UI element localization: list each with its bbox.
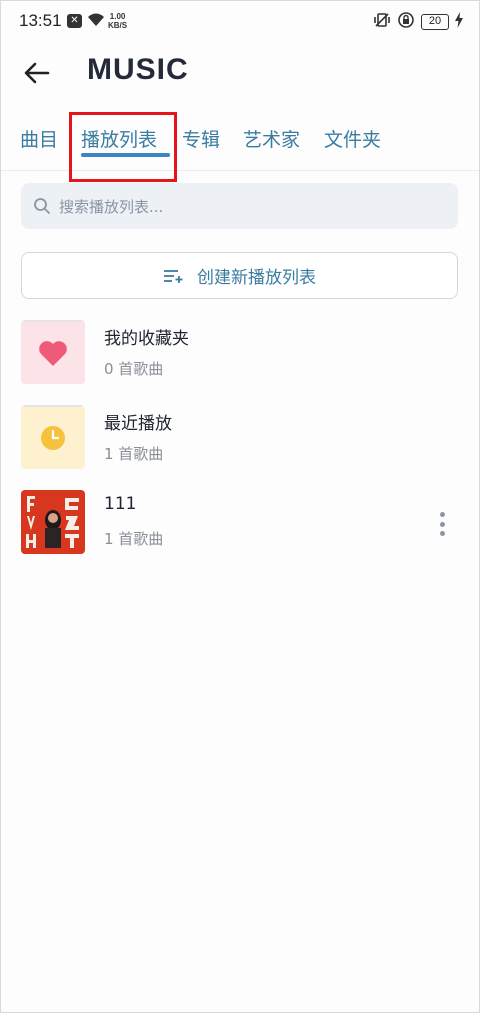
playlist-item-favorites[interactable]: 我的收藏夹 0 首歌曲	[1, 320, 479, 398]
more-vertical-icon-dot	[439, 512, 445, 517]
playlist-add-icon	[164, 269, 183, 283]
battery-icon: 20	[421, 14, 449, 30]
playlist-item-111[interactable]: 111 1 首歌曲	[1, 490, 479, 568]
create-playlist-button[interactable]: 创建新播放列表	[21, 252, 458, 299]
back-button[interactable]	[21, 57, 53, 89]
active-tab-indicator	[81, 153, 170, 157]
charging-icon	[455, 12, 463, 32]
more-vertical-icon-dot	[439, 521, 445, 527]
album-cover	[21, 490, 85, 554]
notification-x-icon: ✕	[67, 14, 82, 28]
screen: 13:51 ✕ 1.00 KB/S 20 MUSIC 曲目 播放列表 专辑 艺术…	[0, 0, 480, 1013]
network-speed: 1.00 KB/S	[108, 12, 128, 30]
playlist-song-count: 0 首歌曲	[104, 360, 164, 378]
recent-thumbnail	[21, 405, 85, 469]
playlist-name: 我的收藏夹	[104, 329, 189, 349]
tab-bar: 曲目 播放列表 专辑 艺术家 文件夹	[1, 111, 479, 171]
tab-playlists[interactable]: 播放列表	[81, 125, 157, 152]
playlist-song-count: 1 首歌曲	[104, 445, 164, 463]
clock-icon	[41, 426, 65, 450]
playlist-item-recent[interactable]: 最近播放 1 首歌曲	[1, 405, 479, 483]
tab-albums[interactable]: 专辑	[182, 125, 220, 152]
playlist-name: 111	[104, 494, 137, 514]
favorites-thumbnail	[21, 320, 85, 384]
status-time: 13:51	[19, 11, 62, 30]
more-vertical-icon-dot	[439, 531, 445, 536]
tab-folders[interactable]: 文件夹	[324, 125, 381, 152]
search-icon	[34, 198, 50, 214]
playlist-song-count: 1 首歌曲	[104, 530, 164, 548]
status-right-icons: 20	[373, 11, 463, 33]
arrow-left-icon	[24, 62, 50, 84]
wifi-icon	[86, 11, 106, 31]
app-header: MUSIC	[1, 45, 479, 101]
more-options-button[interactable]	[433, 510, 451, 538]
search-input[interactable]: 搜索播放列表...	[21, 183, 458, 229]
status-bar: 13:51 ✕ 1.00 KB/S 20	[1, 1, 479, 45]
page-title: MUSIC	[87, 53, 189, 86]
create-playlist-label: 创建新播放列表	[197, 268, 316, 288]
tab-artists[interactable]: 艺术家	[243, 125, 300, 152]
vibrate-icon	[373, 12, 391, 32]
playlist-name: 最近播放	[104, 414, 172, 434]
tab-tracks[interactable]: 曲目	[20, 125, 58, 152]
search-placeholder: 搜索播放列表...	[59, 197, 164, 216]
rotation-lock-icon	[397, 11, 415, 33]
